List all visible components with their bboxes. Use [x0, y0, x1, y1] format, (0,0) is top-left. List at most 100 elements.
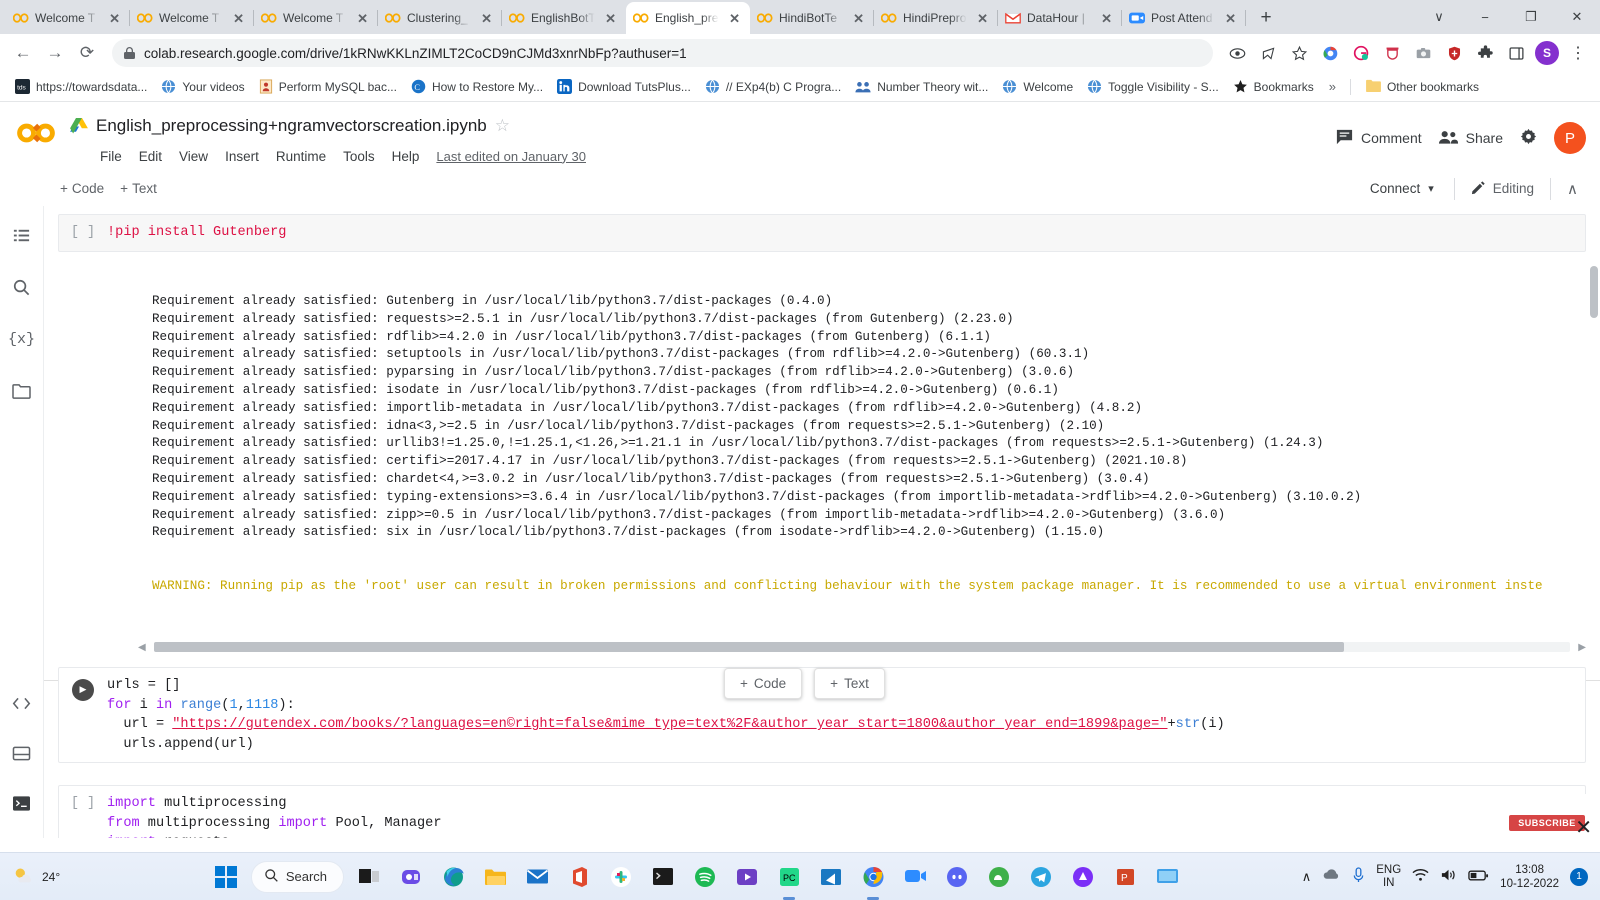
close-tab-icon[interactable]: ✕	[1222, 11, 1239, 26]
variables-icon[interactable]: {x}	[7, 324, 37, 354]
subscribe-button[interactable]: SUBSCRIBE	[1509, 815, 1585, 831]
close-tab-icon[interactable]: ✕	[850, 11, 867, 26]
eye-icon[interactable]	[1223, 39, 1251, 67]
add-code-cell-button[interactable]: + Code	[52, 177, 112, 200]
back-button[interactable]: ←	[8, 38, 38, 68]
bookmark-item[interactable]: CHow to Restore My...	[404, 76, 550, 97]
insert-text-cell-button[interactable]: + Text	[814, 668, 885, 699]
weather-widget[interactable]: 24°	[0, 865, 150, 888]
colab-logo[interactable]	[14, 110, 66, 151]
chrome-menu-button[interactable]: ⋮	[1564, 39, 1592, 67]
extensions-icon[interactable]	[1471, 39, 1499, 67]
cell-run-prompt-1[interactable]: [ ]	[59, 223, 107, 243]
vscode-icon[interactable]	[814, 860, 848, 894]
scroll-track[interactable]	[154, 642, 1571, 652]
comment-button[interactable]: Comment	[1335, 127, 1422, 149]
browser-tab[interactable]: Welcome T✕	[254, 2, 378, 34]
add-text-cell-button[interactable]: + Text	[112, 177, 165, 200]
anaconda-icon[interactable]	[982, 860, 1016, 894]
editing-mode-button[interactable]: Editing	[1463, 180, 1542, 198]
browser-tab[interactable]: HindiBotTe✕	[750, 2, 874, 34]
onedrive-icon[interactable]	[1322, 868, 1341, 885]
close-tab-icon[interactable]: ✕	[726, 11, 743, 26]
adblock-icon[interactable]	[1440, 39, 1468, 67]
notebook-cell-3[interactable]: [ ] import multiprocessing from multipro…	[44, 785, 1600, 838]
notebook-body[interactable]: [ ] !pip install Gutenberg Requirement a…	[44, 206, 1600, 838]
slack-icon[interactable]	[604, 860, 638, 894]
browser-tab[interactable]: English_pre✕	[626, 2, 750, 34]
bookmark-item[interactable]: Welcome	[995, 76, 1080, 97]
code-content-1[interactable]: !pip install Gutenberg	[107, 223, 1585, 243]
menu-file[interactable]: File	[100, 149, 122, 164]
microphone-icon[interactable]	[1352, 867, 1365, 886]
screenshot-icon[interactable]	[1409, 39, 1437, 67]
volume-icon[interactable]	[1440, 868, 1457, 885]
wifi-icon[interactable]	[1412, 868, 1429, 885]
bookmark-item[interactable]: Download TutsPlus...	[550, 76, 698, 97]
user-avatar[interactable]: P	[1554, 122, 1586, 154]
command-palette-icon[interactable]	[7, 738, 37, 768]
chrome-profile-avatar[interactable]: S	[1533, 39, 1561, 67]
close-tab-icon[interactable]: ✕	[478, 11, 495, 26]
notification-badge[interactable]: 1	[1570, 868, 1588, 886]
browser-tab[interactable]: Welcome T✕	[130, 2, 254, 34]
minimize-button[interactable]: −	[1462, 0, 1508, 34]
battery-icon[interactable]	[1468, 869, 1489, 885]
code-snippets-icon[interactable]	[7, 688, 37, 718]
close-tab-icon[interactable]: ✕	[1098, 11, 1115, 26]
grammarly-icon[interactable]	[1347, 39, 1375, 67]
discord-icon[interactable]	[940, 860, 974, 894]
scroll-left-arrow-icon[interactable]: ◀	[138, 642, 146, 653]
windows-start-icon[interactable]	[209, 860, 243, 894]
tab-search-button[interactable]: ∨	[1416, 0, 1462, 34]
cell-run-prompt-3[interactable]: [ ]	[59, 794, 107, 838]
code-cell-editor-3[interactable]: [ ] import multiprocessing from multipro…	[58, 785, 1586, 838]
bookmark-item[interactable]: tdshttps://towardsdata...	[8, 76, 154, 97]
chrome-profile-icon[interactable]	[1316, 39, 1344, 67]
pycharm-icon[interactable]: PC	[772, 860, 806, 894]
office-icon[interactable]	[562, 860, 596, 894]
share-icon[interactable]	[1254, 39, 1282, 67]
side-panel-icon[interactable]	[1502, 39, 1530, 67]
insert-code-cell-button[interactable]: + Code	[724, 668, 802, 699]
connect-button[interactable]: Connect ▾	[1358, 176, 1446, 201]
menu-view[interactable]: View	[179, 149, 208, 164]
notebook-vertical-scrollbar[interactable]	[1590, 266, 1598, 318]
menu-runtime[interactable]: Runtime	[276, 149, 326, 164]
scroll-thumb[interactable]	[154, 642, 1344, 652]
close-tab-icon[interactable]: ✕	[974, 11, 991, 26]
address-bar[interactable]: colab.research.google.com/drive/1kRNwKKL…	[112, 39, 1213, 67]
bookmark-item[interactable]: Number Theory wit...	[848, 77, 995, 97]
edge-icon[interactable]	[436, 860, 470, 894]
star-icon[interactable]	[1285, 39, 1313, 67]
close-tab-icon[interactable]: ✕	[602, 11, 619, 26]
media-player-icon[interactable]	[730, 860, 764, 894]
other-bookmarks-folder[interactable]: Other bookmarks	[1359, 76, 1486, 98]
bookmarks-overflow-button[interactable]: »	[1323, 76, 1342, 97]
zoom-meeting-icon[interactable]	[898, 860, 932, 894]
terminal-icon[interactable]	[646, 860, 680, 894]
tray-overflow-icon[interactable]: ∧	[1302, 869, 1312, 885]
files-icon[interactable]	[7, 376, 37, 406]
file-explorer-icon[interactable]	[478, 860, 512, 894]
maximize-button[interactable]: ❐	[1508, 0, 1554, 34]
notebook-cell-1[interactable]: [ ] !pip install Gutenberg Requirement a…	[44, 214, 1600, 653]
monitor-icon[interactable]	[1150, 860, 1184, 894]
search-icon[interactable]	[7, 272, 37, 302]
browser-tab[interactable]: DataHour |✕	[998, 2, 1122, 34]
cell-run-button-2[interactable]: ▶	[59, 676, 107, 754]
code-cell-editor-1[interactable]: [ ] !pip install Gutenberg	[58, 214, 1586, 252]
menu-edit[interactable]: Edit	[139, 149, 162, 164]
last-edited-label[interactable]: Last edited on January 30	[436, 149, 586, 164]
task-view-icon[interactable]	[352, 860, 386, 894]
output-horizontal-scrollbar[interactable]: ◀ ▶	[138, 641, 1586, 653]
clock[interactable]: 13:08 10-12-2022	[1500, 863, 1559, 891]
bookmark-item[interactable]: // EXp4(b) C Progra...	[698, 76, 848, 97]
powerpoint-icon[interactable]: P	[1108, 860, 1142, 894]
settings-button[interactable]	[1519, 127, 1538, 149]
collapse-header-button[interactable]: ∧	[1559, 180, 1586, 198]
telegram-icon[interactable]	[1024, 860, 1058, 894]
table-of-contents-icon[interactable]	[7, 220, 37, 250]
code-content-3[interactable]: import multiprocessing from multiprocess…	[107, 794, 1585, 838]
close-tab-icon[interactable]: ✕	[230, 11, 247, 26]
